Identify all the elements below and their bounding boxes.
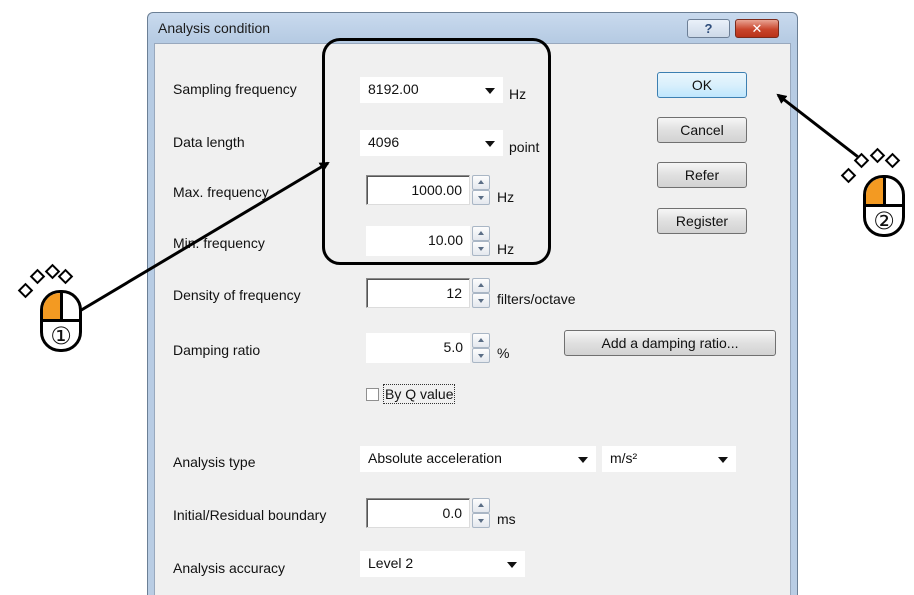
sampling-frequency-label: Sampling frequency <box>173 81 297 97</box>
by-q-value-label[interactable]: By Q value <box>382 384 456 404</box>
spin-up-icon[interactable] <box>472 333 490 348</box>
analysis-type-dropdown[interactable]: Absolute acceleration <box>360 446 596 472</box>
density-of-frequency-input[interactable]: 12 <box>366 278 470 308</box>
chevron-down-icon <box>578 457 588 463</box>
spin-down-icon[interactable] <box>472 348 490 363</box>
chevron-down-icon <box>718 457 728 463</box>
ok-button[interactable]: OK <box>657 72 747 98</box>
spin-down-icon[interactable] <box>472 513 490 528</box>
initial-residual-boundary-value: 0.0 <box>442 505 462 521</box>
analysis-accuracy-dropdown[interactable]: Level 2 <box>360 551 525 577</box>
dialog-title: Analysis condition <box>158 20 271 36</box>
density-of-frequency-spinner[interactable] <box>472 278 490 308</box>
damping-ratio-value: 5.0 <box>443 339 463 355</box>
max-frequency-label: Max. frequency <box>173 184 269 200</box>
step-number-1: ① <box>50 322 72 350</box>
chevron-down-icon <box>507 562 517 568</box>
register-button[interactable]: Register <box>657 208 747 234</box>
analysis-type-value: Absolute acceleration <box>368 450 502 466</box>
mouse-click-icon-1: ① <box>40 290 82 352</box>
initial-residual-boundary-label: Initial/Residual boundary <box>173 507 327 523</box>
add-damping-ratio-button[interactable]: Add a damping ratio... <box>564 330 776 356</box>
density-of-frequency-label: Density of frequency <box>173 287 301 303</box>
mouse-divider <box>883 178 886 205</box>
spin-down-icon[interactable] <box>472 293 490 308</box>
damping-ratio-spinner[interactable] <box>472 333 490 363</box>
sparkle-icon <box>29 268 46 285</box>
sparkle-icon <box>884 152 901 169</box>
highlight-frame <box>322 38 551 265</box>
left-button-highlight <box>43 293 61 319</box>
cancel-button[interactable]: Cancel <box>657 117 747 143</box>
spin-up-icon[interactable] <box>472 278 490 293</box>
by-q-value-checkbox[interactable] <box>366 388 379 401</box>
sparkle-icon <box>869 147 886 164</box>
sparkle-icon <box>840 167 857 184</box>
spin-up-icon[interactable] <box>472 498 490 513</box>
step-number-2: ② <box>873 207 895 235</box>
mouse-divider <box>60 293 63 320</box>
mouse-click-icon-2: ② <box>863 175 905 237</box>
sparkle-icon <box>853 152 870 169</box>
analysis-accuracy-value: Level 2 <box>368 555 414 571</box>
close-button[interactable]: ✕ <box>735 19 779 38</box>
analysis-accuracy-label: Analysis accuracy <box>173 560 286 576</box>
initial-residual-boundary-spinner[interactable] <box>472 498 490 528</box>
left-button-highlight <box>866 178 884 204</box>
sparkle-icon <box>17 282 34 299</box>
damping-ratio-unit: % <box>497 345 510 361</box>
initial-residual-boundary-input[interactable]: 0.0 <box>366 498 470 528</box>
help-button[interactable]: ? <box>687 19 730 38</box>
density-of-frequency-unit: filters/octave <box>497 291 576 307</box>
density-of-frequency-value: 12 <box>446 285 462 301</box>
damping-ratio-label: Damping ratio <box>173 342 261 358</box>
refer-button[interactable]: Refer <box>657 162 747 188</box>
analysis-type-label: Analysis type <box>173 454 256 470</box>
initial-residual-boundary-unit: ms <box>497 511 516 527</box>
damping-ratio-input[interactable]: 5.0 <box>366 333 470 363</box>
min-frequency-label: Min. frequency <box>173 235 265 251</box>
analysis-unit-value: m/s² <box>610 450 638 466</box>
analysis-unit-dropdown[interactable]: m/s² <box>602 446 736 472</box>
data-length-label: Data length <box>173 134 245 150</box>
